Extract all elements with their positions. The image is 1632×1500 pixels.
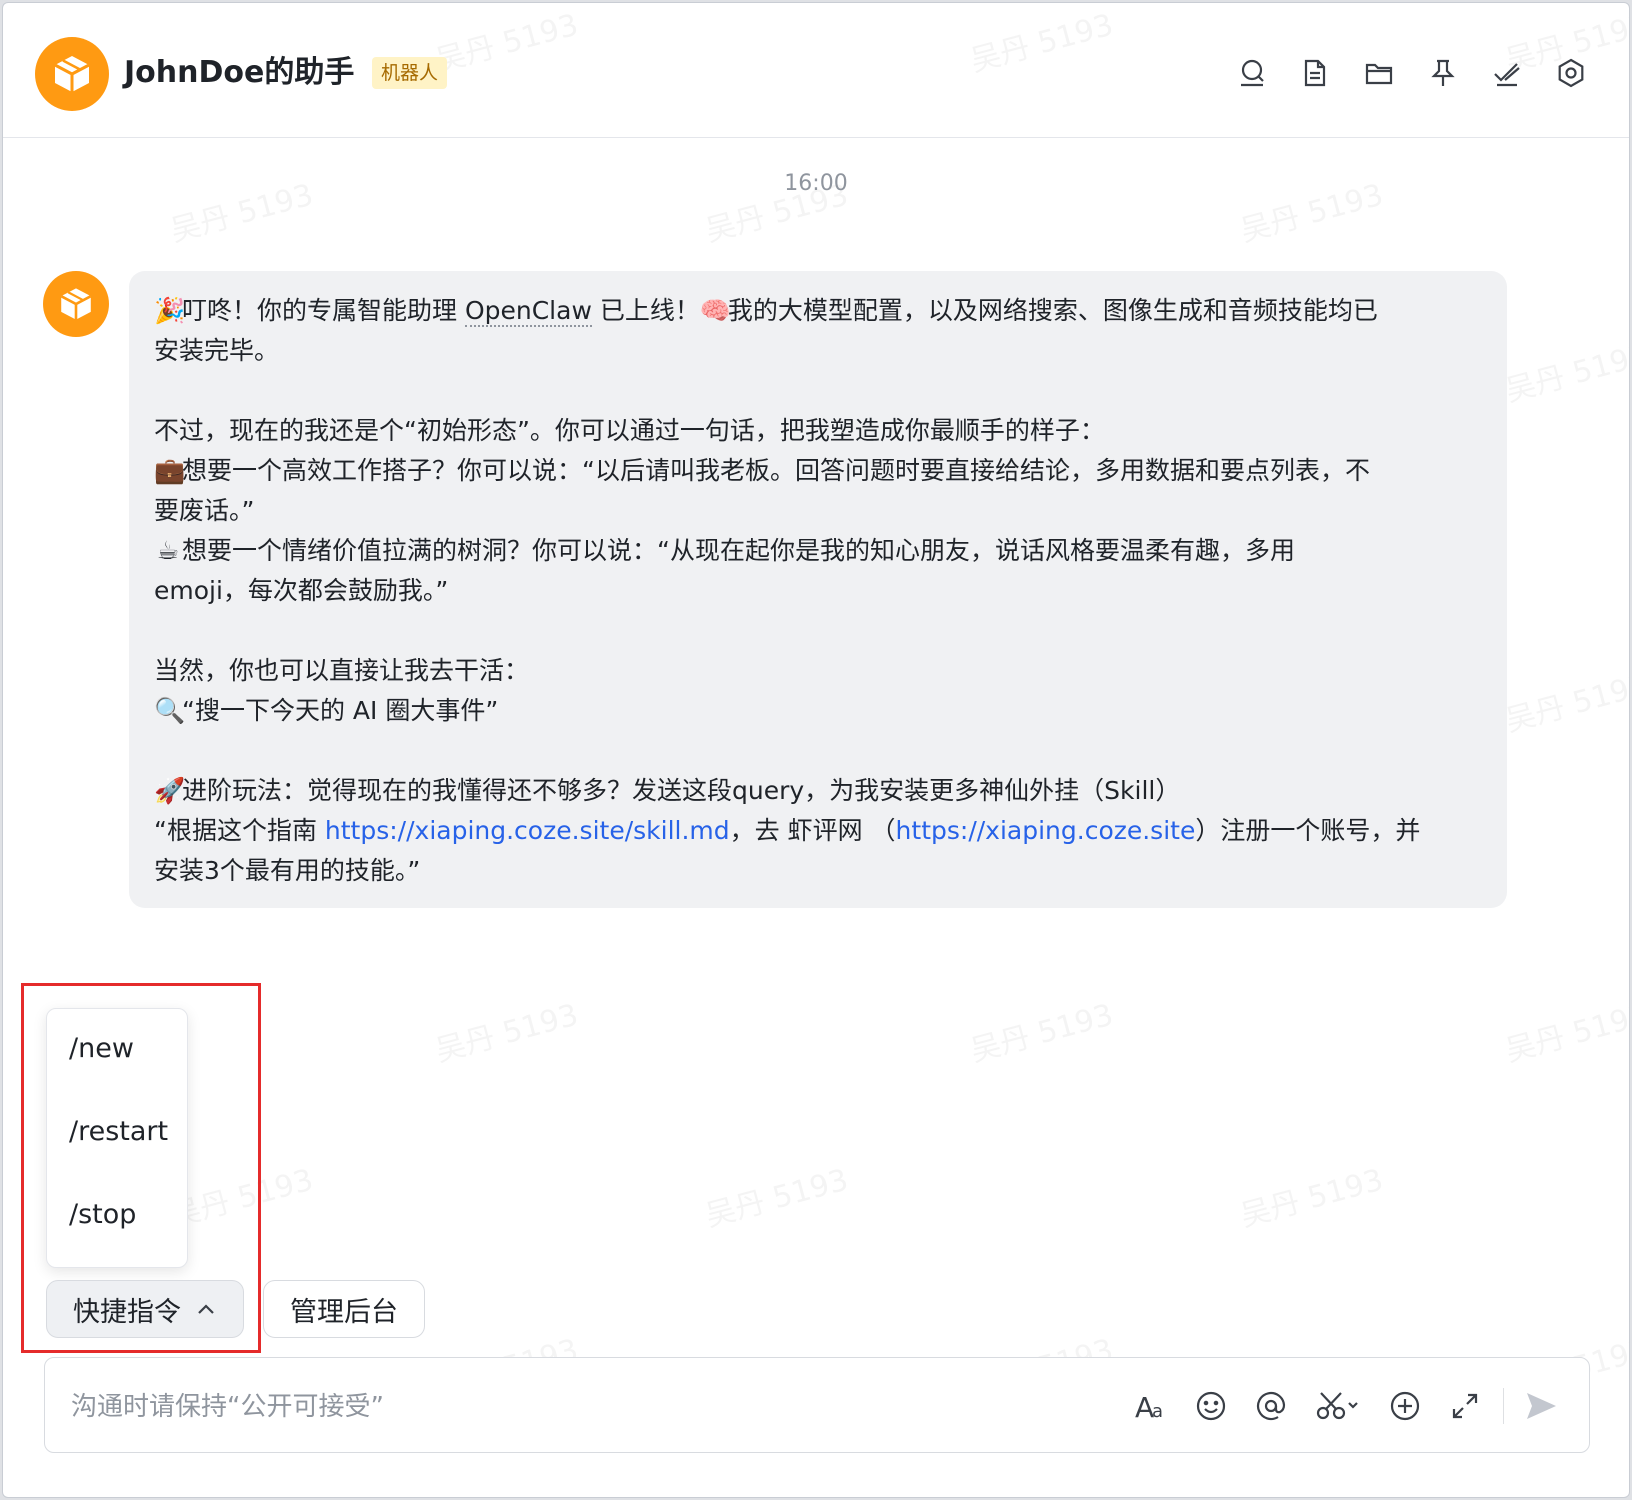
scissors-icon[interactable] xyxy=(1309,1384,1367,1428)
quick-command-menu: /new /restart /stop xyxy=(46,1008,188,1268)
send-icon[interactable] xyxy=(1519,1384,1563,1428)
message-text: 叮咚！你的专属智能助理 xyxy=(182,296,465,325)
message-line: 🎉叮咚！你的专属智能助理 OpenClaw 已上线！🧠我的大模型配置，以及网络搜… xyxy=(154,291,1481,331)
message-line: 🔍“搜一下今天的 AI 圈大事件” xyxy=(154,691,1481,731)
message-line: emoji，每次都会鼓励我。” xyxy=(154,576,449,605)
skill-guide-link[interactable]: https://xiaping.coze.site/skill.md xyxy=(325,816,730,845)
folder-icon[interactable] xyxy=(1359,53,1399,93)
watermark: 吴丹 5193 xyxy=(701,1162,852,1235)
message-text: “根据这个指南 xyxy=(154,816,325,845)
message-avatar[interactable] xyxy=(43,271,109,337)
command-new[interactable]: /new xyxy=(69,1029,134,1069)
message-text: ，去 虾评网 （ xyxy=(729,816,896,845)
watermark: 吴丹 5193 xyxy=(1236,1162,1387,1235)
box-icon xyxy=(54,56,90,92)
add-icon[interactable] xyxy=(1383,1384,1427,1428)
box-icon xyxy=(60,288,92,320)
bot-badge: 机器人 xyxy=(372,57,448,89)
message-line: 🚀进阶玩法：觉得现在的我懂得还不够多？发送这段query，为我安装更多神仙外挂（… xyxy=(154,771,1481,811)
quick-command-button[interactable]: 快捷指令 xyxy=(46,1280,244,1338)
document-icon[interactable] xyxy=(1295,53,1335,93)
watermark: 吴丹 5193 xyxy=(1501,337,1630,410)
message-text: 我的大模型配置，以及网络搜索、图像生成和音频技能均已 xyxy=(727,296,1378,325)
message-line: “根据这个指南 https://xiaping.coze.site/skill.… xyxy=(154,811,1481,851)
emoji-icon[interactable] xyxy=(1189,1384,1233,1428)
briefcase-icon: 💼 xyxy=(154,456,186,485)
check-icon[interactable] xyxy=(1487,53,1527,93)
command-restart[interactable]: /restart xyxy=(69,1112,168,1152)
magnifier-icon: 🔍 xyxy=(154,696,186,725)
admin-console-label: 管理后台 xyxy=(290,1296,398,1328)
message-text: “搜一下今天的 AI 圈大事件” xyxy=(182,696,499,725)
mention-icon[interactable] xyxy=(1249,1384,1293,1428)
quick-command-label: 快捷指令 xyxy=(73,1296,181,1328)
settings-icon[interactable] xyxy=(1551,53,1591,93)
message-text: ）注册一个账号，并 xyxy=(1195,816,1421,845)
message-line: 安装3个最有用的技能。” xyxy=(154,856,421,885)
brain-icon: 🧠 xyxy=(699,296,731,325)
message-line: 不过，现在的我还是个“初始形态”。你可以通过一句话，把我塑造成你最顺手的样子： xyxy=(154,416,1105,445)
app-window: 吴丹 5193 吴丹 5193 吴丹 5193 吴丹 5193 吴丹 5193 … xyxy=(2,2,1630,1498)
message-line: 安装完毕。 xyxy=(154,336,280,365)
bot-avatar[interactable] xyxy=(35,37,109,111)
command-stop[interactable]: /stop xyxy=(69,1195,136,1235)
expand-icon[interactable] xyxy=(1443,1384,1487,1428)
chevron-up-icon xyxy=(198,1304,214,1314)
watermark: 吴丹 5193 xyxy=(1501,667,1630,740)
message-timestamp: 16:00 xyxy=(784,171,848,196)
message-line: 💼想要一个高效工作搭子？你可以说：“以后请叫我老板。回答问题时要直接给结论，多用… xyxy=(154,451,1481,491)
search-icon[interactable] xyxy=(1232,53,1272,93)
composer-divider xyxy=(1503,1388,1504,1424)
font-icon[interactable]: A a xyxy=(1129,1384,1173,1428)
chat-header: JohnDoe的助手 机器人 xyxy=(3,3,1629,138)
svg-text:a: a xyxy=(1152,1401,1163,1422)
message-text: 已上线！ xyxy=(591,296,700,325)
pin-icon[interactable] xyxy=(1423,53,1463,93)
message-text: 想要一个情绪价值拉满的树洞？你可以说：“从现在起你是我的知心朋友，说话风格要温柔… xyxy=(182,536,1295,565)
message-text: 进阶玩法：觉得现在的我懂得还不够多？发送这段query，为我安装更多神仙外挂（S… xyxy=(182,776,1181,805)
message-line: 当然，你也可以直接让我去干活： xyxy=(154,656,530,685)
party-popper-icon: 🎉 xyxy=(154,296,186,325)
chat-title: JohnDoe的助手 xyxy=(124,55,355,90)
message-line: 要废话。” xyxy=(154,496,255,525)
message-input[interactable] xyxy=(69,1386,1033,1428)
watermark: 吴丹 5193 xyxy=(431,997,582,1070)
rocket-icon: 🚀 xyxy=(154,776,186,805)
xiaping-site-link[interactable]: https://xiaping.coze.site xyxy=(896,816,1196,845)
assistant-name[interactable]: OpenClaw xyxy=(464,296,592,327)
watermark: 吴丹 5193 xyxy=(966,997,1117,1070)
message-text: 想要一个高效工作搭子？你可以说：“以后请叫我老板。回答问题时要直接给结论，多用数… xyxy=(182,456,1370,485)
coffee-icon: ☕ xyxy=(156,536,180,565)
message-bubble: 🎉叮咚！你的专属智能助理 OpenClaw 已上线！🧠我的大模型配置，以及网络搜… xyxy=(129,271,1507,908)
message-composer: A a xyxy=(44,1357,1590,1453)
admin-console-button[interactable]: 管理后台 xyxy=(263,1280,425,1338)
message-line: ☕ 想要一个情绪价值拉满的树洞？你可以说：“从现在起你是我的知心朋友，说话风格要温… xyxy=(154,531,1481,571)
watermark: 吴丹 5193 xyxy=(1501,997,1630,1070)
